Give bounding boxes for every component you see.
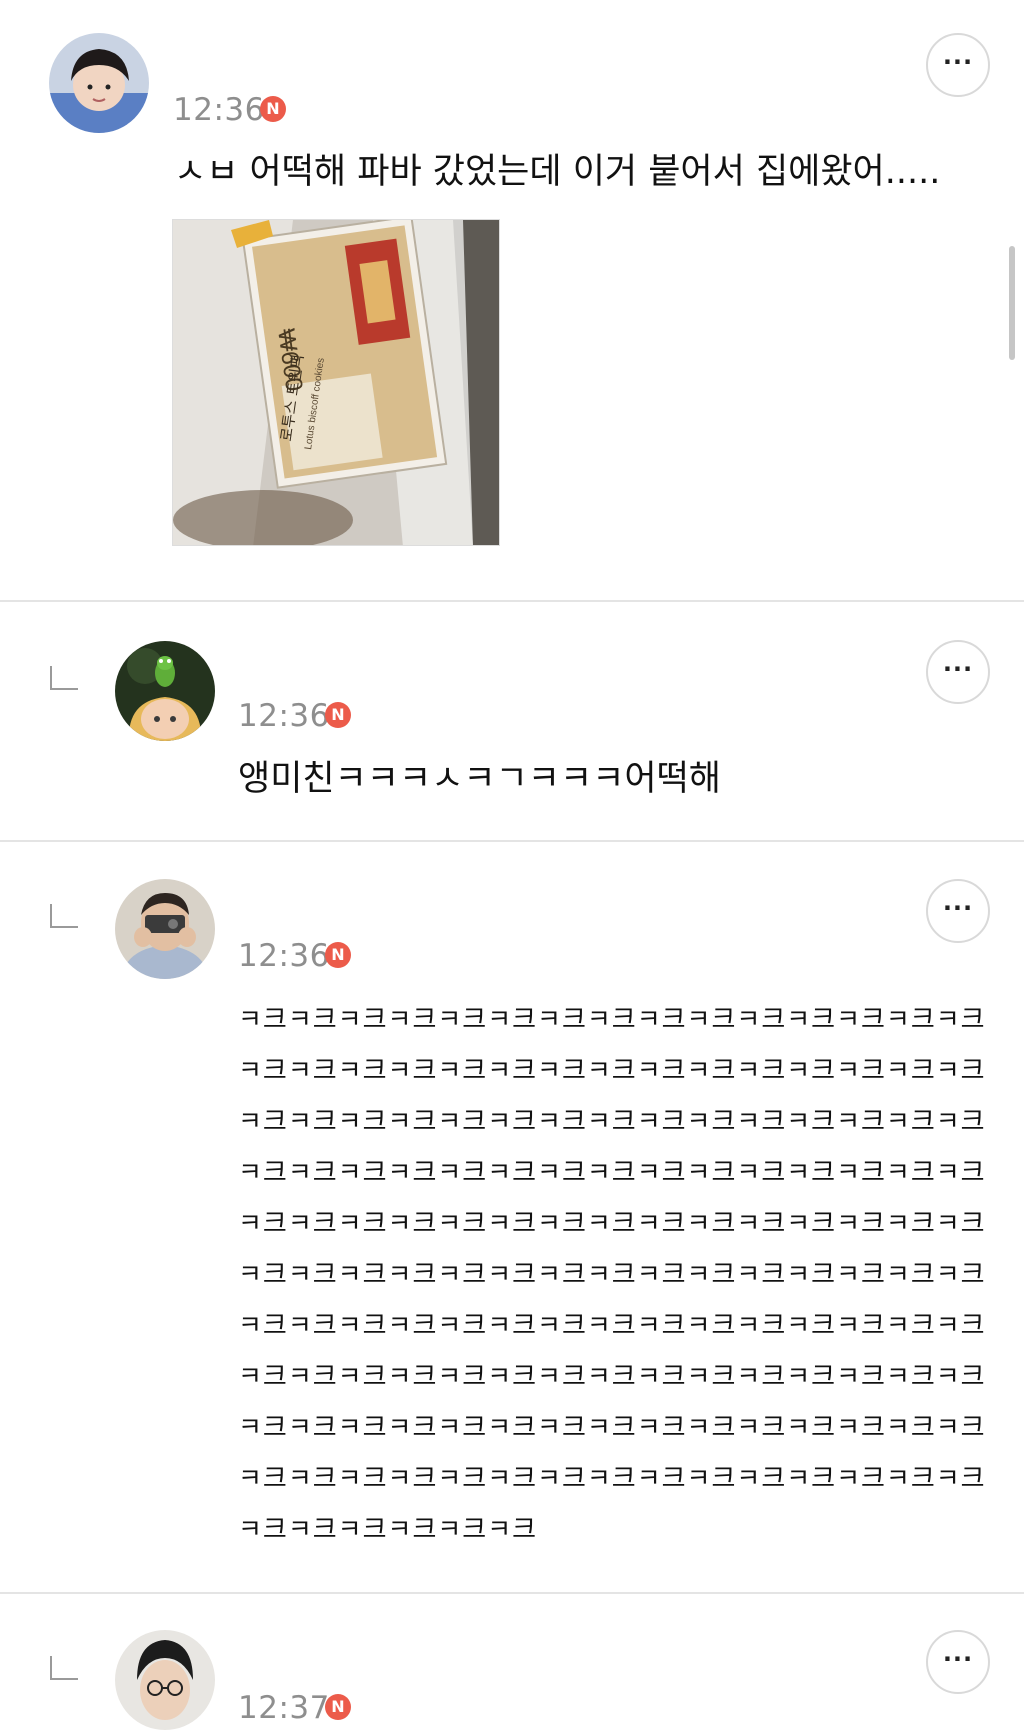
new-badge-icon: N: [325, 1694, 351, 1720]
reply-corner-icon: [50, 1656, 78, 1680]
timestamp: 12:36: [238, 698, 330, 734]
text-line: ㅋ크ㅋ크ㅋ크ㅋ크ㅋ크ㅋ크: [238, 1515, 538, 1545]
more-options-button[interactable]: ···: [926, 1630, 990, 1694]
comment-4: 12:37 N ···: [0, 1594, 1024, 1730]
reply-corner-icon: [50, 666, 78, 690]
more-options-button[interactable]: ···: [926, 33, 990, 97]
reply-corner-icon: [50, 904, 78, 928]
comment-3: 12:36 N ··· ㅋ크ㅋ크ㅋ크ㅋ크ㅋ크ㅋ크ㅋ크ㅋ크ㅋ크ㅋ크ㅋ크ㅋ크ㅋ크ㅋ크…: [0, 842, 1024, 1592]
text-line: ㅋ크ㅋ크ㅋ크ㅋ크ㅋ크ㅋ크ㅋ크ㅋ크ㅋ크ㅋ크ㅋ크ㅋ크ㅋ크ㅋ크ㅋ크: [238, 1209, 986, 1239]
avatar-image: [115, 1630, 215, 1730]
avatar-image: [49, 33, 149, 133]
comment-text: 앵미친ㅋㅋㅋㅅㅋㄱㅋㅋㅋ어떡해: [238, 759, 722, 799]
new-badge-icon: N: [325, 942, 351, 968]
scrollbar[interactable]: [1009, 246, 1015, 360]
comment-1: 12:36 N ··· ㅅㅂ 어떡해 파바 갔었는데 이거 붙어서 집에왔어..…: [0, 0, 1024, 600]
avatar[interactable]: [49, 33, 149, 133]
text-line: ㅋ크ㅋ크ㅋ크ㅋ크ㅋ크ㅋ크ㅋ크ㅋ크ㅋ크ㅋ크ㅋ크ㅋ크ㅋ크ㅋ크ㅋ크: [238, 1107, 986, 1137]
comment-2: 12:36 N ··· 앵미친ㅋㅋㅋㅅㅋㄱㅋㅋㅋ어떡해: [0, 602, 1024, 840]
avatar[interactable]: [115, 879, 215, 979]
text-line: ㅋ크ㅋ크ㅋ크ㅋ크ㅋ크ㅋ크ㅋ크ㅋ크ㅋ크ㅋ크ㅋ크ㅋ크ㅋ크ㅋ크ㅋ크: [238, 1311, 986, 1341]
text-line: ㅋ크ㅋ크ㅋ크ㅋ크ㅋ크ㅋ크ㅋ크ㅋ크ㅋ크ㅋ크ㅋ크ㅋ크ㅋ크ㅋ크ㅋ크: [238, 1413, 986, 1443]
text-line: ㅋ크ㅋ크ㅋ크ㅋ크ㅋ크ㅋ크ㅋ크ㅋ크ㅋ크ㅋ크ㅋ크ㅋ크ㅋ크ㅋ크ㅋ크: [238, 1158, 986, 1188]
text-line: ㅋ크ㅋ크ㅋ크ㅋ크ㅋ크ㅋ크ㅋ크ㅋ크ㅋ크ㅋ크ㅋ크ㅋ크ㅋ크ㅋ크ㅋ크: [238, 1464, 986, 1494]
more-options-button[interactable]: ···: [926, 879, 990, 943]
text-line: ㅋ크ㅋ크ㅋ크ㅋ크ㅋ크ㅋ크ㅋ크ㅋ크ㅋ크ㅋ크ㅋ크ㅋ크ㅋ크ㅋ크ㅋ크: [238, 1056, 986, 1086]
avatar[interactable]: [115, 1630, 215, 1730]
new-badge-icon: N: [325, 702, 351, 728]
timestamp: 12:36: [173, 92, 265, 128]
timestamp: 12:37: [238, 1690, 330, 1726]
avatar-image: [115, 879, 215, 979]
comment-text: ㅅㅂ 어떡해 파바 갔었는데 이거 붙어서 집에왔어.....: [174, 152, 941, 192]
text-line: ㅋ크ㅋ크ㅋ크ㅋ크ㅋ크ㅋ크ㅋ크ㅋ크ㅋ크ㅋ크ㅋ크ㅋ크ㅋ크ㅋ크ㅋ크: [238, 1005, 986, 1035]
photo-image: ₩600 로투스 트윈팩 Lotus biscoff cookies: [173, 220, 499, 545]
avatar[interactable]: [115, 641, 215, 741]
text-line: ㅋ크ㅋ크ㅋ크ㅋ크ㅋ크ㅋ크ㅋ크ㅋ크ㅋ크ㅋ크ㅋ크ㅋ크ㅋ크ㅋ크ㅋ크: [238, 1260, 986, 1290]
avatar-image: [115, 641, 215, 741]
timestamp: 12:36: [238, 938, 330, 974]
new-badge-icon: N: [260, 96, 286, 122]
more-options-button[interactable]: ···: [926, 640, 990, 704]
attached-photo[interactable]: ₩600 로투스 트윈팩 Lotus biscoff cookies: [172, 219, 500, 546]
text-line: ㅋ크ㅋ크ㅋ크ㅋ크ㅋ크ㅋ크ㅋ크ㅋ크ㅋ크ㅋ크ㅋ크ㅋ크ㅋ크ㅋ크ㅋ크: [238, 1362, 986, 1392]
